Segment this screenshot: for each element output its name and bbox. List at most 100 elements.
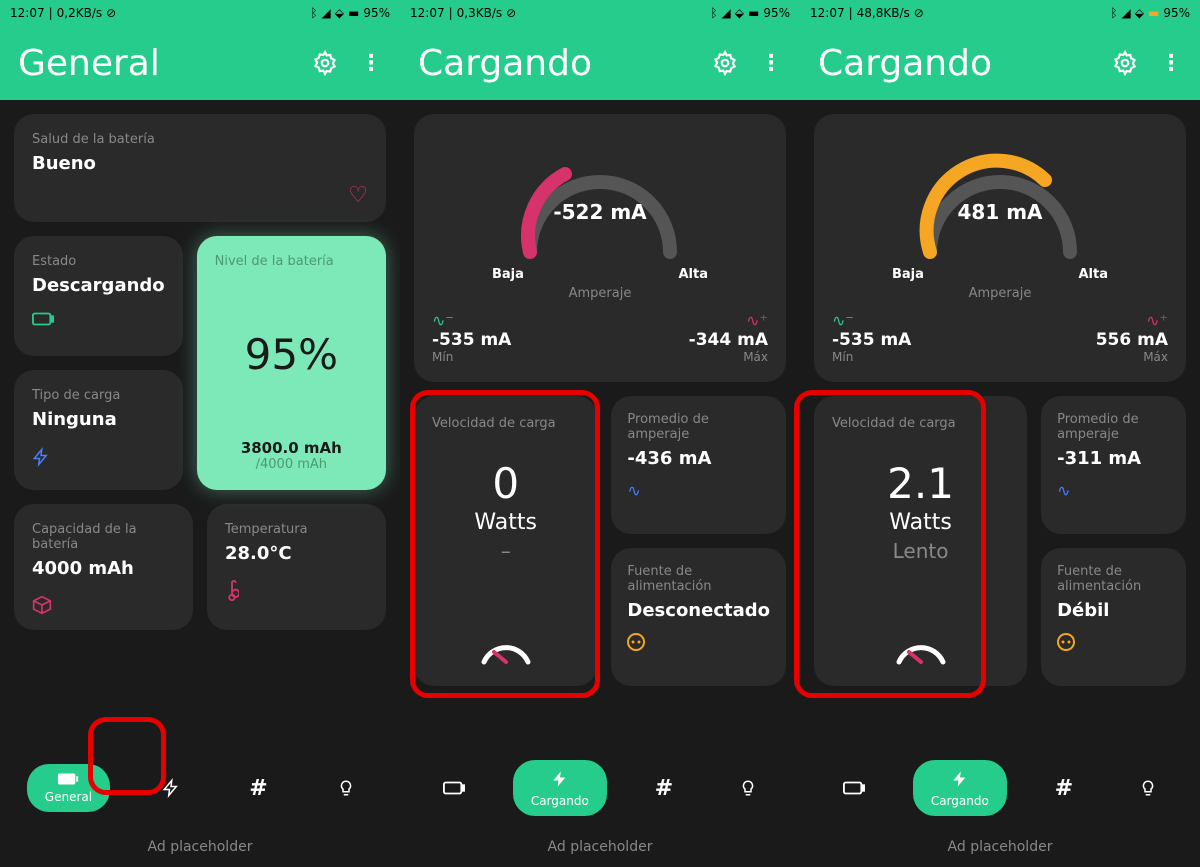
source-value: Débil [1057, 600, 1170, 621]
speed-unit: Watts [832, 510, 1009, 535]
screen-charging-1: 12:07|0,3KB/s⊘ ᛒ◢⬙▬95% Cargando ⋮ -522 m… [400, 0, 800, 867]
charge-speed-card[interactable]: Velocidad de carga 2.1 Watts Lento [814, 396, 1027, 686]
max-value: -344 mA [689, 330, 768, 350]
amperage-gauge-card[interactable]: -522 mA Baja Alta Amperaje ∿⁻ -535 mA Mí… [414, 114, 786, 382]
nav-charging[interactable]: Cargando [513, 760, 607, 816]
gauge-name: Amperaje [832, 286, 1168, 301]
ad-placeholder[interactable]: Ad placeholder [800, 827, 1200, 867]
nav-charging[interactable] [144, 769, 198, 807]
battery-level-card[interactable]: Nivel de la batería 95% 3800.0 mAh /4000… [197, 236, 386, 490]
screen-general: 12:07 | 0,2KB/s ⊘ ᛒ ◢ ⬙ ▬ 95% General ⋮ … [0, 0, 400, 867]
settings-icon[interactable] [312, 50, 338, 76]
state-card[interactable]: Estado Descargando [14, 236, 183, 356]
nav-general[interactable] [425, 773, 483, 803]
bolt-icon [32, 446, 165, 468]
min-value: -535 mA [832, 330, 911, 350]
min-label: Mín [432, 350, 511, 364]
battery-health-card[interactable]: Salud de la batería Bueno ♡ [14, 114, 386, 222]
nav-charging-label: Cargando [931, 794, 989, 808]
status-time: 12:07 [10, 6, 45, 20]
nav-general[interactable]: General [27, 764, 110, 812]
nav-general-label: General [45, 790, 92, 804]
avg-value: -311 mA [1057, 448, 1170, 469]
thermometer-icon [225, 580, 368, 602]
gauge-name: Amperaje [432, 286, 768, 301]
speed-label: Velocidad de carga [432, 416, 579, 431]
status-battery: 95% [363, 6, 390, 20]
cube-icon [32, 595, 175, 615]
avg-label: Promedio de amperaje [1057, 412, 1170, 442]
nav-stats[interactable]: # [1037, 768, 1091, 809]
charge-type-value: Ninguna [32, 409, 165, 430]
speedometer-icon [432, 628, 579, 666]
nav-general[interactable] [825, 773, 883, 803]
pulse-icon: ∿ [1057, 481, 1170, 500]
pulse-max-icon: ∿⁺ [1096, 311, 1168, 330]
bluetooth-icon: ᛒ [310, 6, 317, 20]
more-icon[interactable]: ⋮ [1160, 51, 1182, 76]
pulse-min-icon: ∿⁻ [432, 311, 511, 330]
gauge-value: -522 mA [553, 200, 646, 224]
max-value: 556 mA [1096, 330, 1168, 350]
status-net: 0,2KB/s [57, 6, 102, 20]
charge-type-card[interactable]: Tipo de carga Ninguna [14, 370, 183, 490]
settings-icon[interactable] [1112, 50, 1138, 76]
pulse-max-icon: ∿⁺ [689, 311, 768, 330]
app-header: General ⋮ [0, 26, 400, 100]
health-label: Salud de la batería [32, 132, 368, 147]
ad-placeholder[interactable]: Ad placeholder [0, 827, 400, 867]
power-source-card[interactable]: Fuente de alimentación Desconectado [611, 548, 786, 686]
avg-amperage-card[interactable]: Promedio de amperaje -436 mA ∿ [611, 396, 786, 534]
battery-empty-icon [32, 312, 165, 326]
state-label: Estado [32, 254, 165, 269]
nav-charging[interactable]: Cargando [913, 760, 1007, 816]
settings-icon[interactable] [712, 50, 738, 76]
level-pct: 95% [245, 330, 338, 379]
amperage-gauge-card[interactable]: 481 mA Baja Alta Amperaje ∿⁻ -535 mA Mín… [814, 114, 1186, 382]
charge-speed-card[interactable]: Velocidad de carga 0 Watts – [414, 396, 597, 686]
capacity-label: Capacidad de la batería [32, 522, 175, 552]
nav-tips[interactable] [319, 769, 373, 807]
pulse-icon: ∿ [627, 481, 770, 500]
state-value: Descargando [32, 275, 165, 296]
app-header: Cargando ⋮ [400, 26, 800, 100]
min-label: Mín [832, 350, 911, 364]
app-header: Cargando ⋮ [800, 26, 1200, 100]
max-label: Máx [689, 350, 768, 364]
min-value: -535 mA [432, 330, 511, 350]
ad-placeholder[interactable]: Ad placeholder [400, 827, 800, 867]
nav-stats[interactable]: # [637, 768, 691, 809]
more-icon[interactable]: ⋮ [360, 51, 382, 76]
speed-value: 0 [432, 459, 579, 508]
more-icon[interactable]: ⋮ [760, 51, 782, 76]
temp-label: Temperatura [225, 522, 368, 537]
max-label: Máx [1096, 350, 1168, 364]
status-bar: 12:07 | 0,2KB/s ⊘ ᛒ ◢ ⬙ ▬ 95% [0, 0, 400, 26]
charge-type-label: Tipo de carga [32, 388, 165, 403]
speedometer-icon [832, 628, 1009, 666]
speed-value: 2.1 [832, 459, 1009, 508]
capacity-value: 4000 mAh [32, 558, 175, 579]
nav-tips[interactable] [1121, 769, 1175, 807]
power-source-card[interactable]: Fuente de alimentación Débil [1041, 548, 1186, 686]
heart-icon: ♡ [348, 183, 368, 208]
status-bar: 12:07|0,3KB/s⊘ ᛒ◢⬙▬95% [400, 0, 800, 26]
wifi-icon: ⬙ [335, 6, 344, 20]
speed-unit: Watts [432, 510, 579, 535]
page-title: General [18, 43, 160, 84]
pulse-min-icon: ∿⁻ [832, 311, 911, 330]
bottom-nav: Cargando # [400, 749, 800, 827]
status-right: ᛒ ◢ ⬙ ▬ 95% [310, 6, 390, 20]
temp-card[interactable]: Temperatura 28.0°C [207, 504, 386, 630]
page-title: Cargando [818, 43, 992, 84]
screen-charging-2: 12:07|48,8KB/s⊘ ᛒ◢⬙▬95% Cargando ⋮ 481 m… [800, 0, 1200, 867]
nav-stats[interactable]: # [231, 768, 285, 809]
nav-tips[interactable] [721, 769, 775, 807]
dnd-icon: ⊘ [106, 6, 116, 20]
avg-label: Promedio de amperaje [627, 412, 770, 442]
speed-label: Velocidad de carga [832, 416, 1009, 431]
plug-icon [627, 633, 770, 651]
source-value: Desconectado [627, 600, 770, 621]
capacity-card[interactable]: Capacidad de la batería 4000 mAh [14, 504, 193, 630]
avg-amperage-card[interactable]: Promedio de amperaje -311 mA ∿ [1041, 396, 1186, 534]
